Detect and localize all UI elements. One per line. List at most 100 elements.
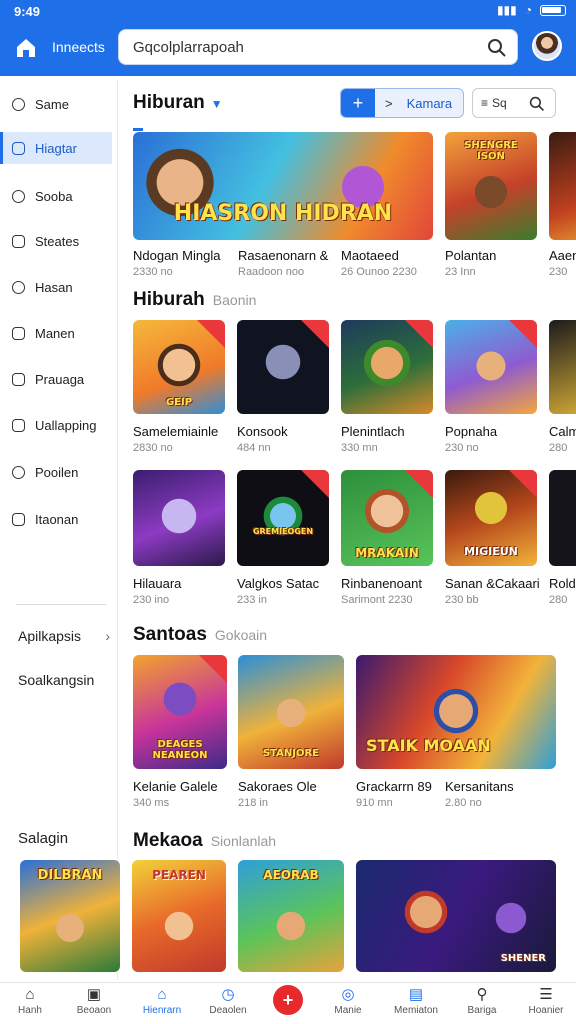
- game-card[interactable]: GREMIEOGEN Valgkos Satac 233 in: [237, 470, 329, 610]
- sidebar-item-same[interactable]: Same: [0, 88, 112, 120]
- nav-label: Manie: [334, 1005, 362, 1016]
- section-subtitle: Baonin: [212, 292, 257, 308]
- section-title-hiburah[interactable]: Hiburah Baonin: [133, 289, 256, 311]
- game-thumbnail: AEORAB: [238, 860, 344, 972]
- game-art-text: MRAKAIN: [355, 546, 419, 560]
- sidebar-item-pooilen[interactable]: Pooilen: [0, 456, 112, 488]
- game-card[interactable]: Plenintlach 330 mn: [341, 320, 433, 460]
- game-thumbnail: MRAKAIN: [341, 470, 433, 566]
- game-thumbnail: [341, 320, 433, 414]
- page-title[interactable]: Hiburan ▼: [133, 92, 223, 114]
- game-card[interactable]: Popnaha 230 no: [445, 320, 537, 460]
- sidebar-item-sooba[interactable]: Sooba: [0, 180, 112, 212]
- game-card[interactable]: Hilauara 230 ino: [133, 470, 225, 610]
- sidebar-item-hiagtar[interactable]: Hiagtar: [0, 132, 112, 164]
- game-title: Kersanitans: [445, 779, 514, 794]
- game-thumbnail: GEIP: [133, 320, 225, 414]
- section-title-santoas[interactable]: Santoas Gokoain: [133, 624, 267, 646]
- add-kamara-button[interactable]: + > Kamara: [340, 88, 464, 118]
- section-title-text: Santoas: [133, 624, 207, 645]
- game-meta: 230 no: [445, 442, 479, 454]
- home-icon: ⌂: [25, 986, 35, 1003]
- game-card[interactable]: Rold 280: [549, 470, 576, 610]
- home-icon[interactable]: [14, 36, 38, 60]
- game-title: Polantan: [445, 248, 497, 263]
- sidebar-item-label: Uallapping: [35, 417, 97, 433]
- nav-bariga[interactable]: ⚲ Bariga: [454, 985, 510, 1016]
- search-input[interactable]: Gqcolplarrapoah: [118, 29, 518, 65]
- sidebar-item-uallapping[interactable]: Uallapping: [0, 409, 112, 441]
- wifi-icon: ◔: [524, 3, 532, 17]
- game-title: Rasaenonarn &: [238, 248, 329, 263]
- nav-hienrarn[interactable]: ⌂ Hienrarn: [134, 985, 190, 1016]
- add-fab-button[interactable]: +: [273, 985, 303, 1015]
- search-icon[interactable]: [487, 38, 507, 58]
- user-icon: [12, 372, 25, 386]
- game-card[interactable]: Kersanitans 2.80 no: [445, 779, 555, 813]
- game-meta: 26 Ounoo 2230: [341, 266, 417, 278]
- game-meta: 23 Inn: [445, 266, 476, 278]
- game-card[interactable]: Aaen 230: [549, 132, 576, 282]
- game-card[interactable]: SHENGRE ISON Polantan 23 Inn: [445, 132, 537, 282]
- game-card[interactable]: Maotaeed 26 Ounoo 2230: [341, 248, 441, 282]
- game-card[interactable]: DILBRAN: [20, 860, 120, 972]
- game-art-text: SHENER: [500, 953, 546, 964]
- game-card[interactable]: AEORAB: [238, 860, 344, 972]
- nav-hanh[interactable]: ⌂ Hanh: [2, 985, 58, 1016]
- nav-label: Memiaton: [394, 1005, 438, 1016]
- nav-manie[interactable]: ◎ Manie: [320, 985, 376, 1016]
- search-icon[interactable]: [529, 96, 545, 112]
- check-square-icon: [12, 141, 25, 155]
- nav-label: Beoaon: [76, 1005, 112, 1016]
- filter-search-box[interactable]: ≡ Sq: [472, 88, 556, 118]
- game-card[interactable]: PEAREN: [132, 860, 226, 972]
- sidebar-section-apilkapsis[interactable]: Apilkapsis ›: [18, 628, 110, 644]
- game-title: Sanan &Cakaari: [445, 576, 540, 591]
- game-thumbnail: SHENGRE ISON: [445, 132, 537, 240]
- battery-icon: [540, 4, 566, 16]
- game-card[interactable]: Rasaenonarn & Raadoon noo: [238, 248, 338, 282]
- arrow-right-icon: >: [385, 95, 393, 111]
- game-thumbnail: [237, 320, 329, 414]
- sidebar-item-steates[interactable]: Steates: [0, 225, 112, 257]
- home-outline-icon: [12, 97, 25, 111]
- chevron-down-icon: ▼: [210, 97, 223, 111]
- section-title-mekaoa[interactable]: Mekaoa Sionlanlah: [133, 830, 276, 852]
- game-card[interactable]: SHENER: [356, 860, 556, 972]
- game-card[interactable]: MIGIEUN Sanan &Cakaari 230 bb: [445, 470, 540, 610]
- game-title: Kelanie Galele: [133, 779, 218, 794]
- game-meta: 230 ino: [133, 594, 170, 606]
- game-title: Sakoraes Ole: [238, 779, 317, 794]
- avatar[interactable]: [532, 31, 562, 61]
- game-card[interactable]: DEAGES NEANEON Kelanie Galele 340 ms: [133, 655, 227, 813]
- nav-hoanier[interactable]: ☰ Hoanier: [518, 985, 574, 1016]
- list-icon: ≡: [481, 96, 489, 110]
- game-art-text: STANJORE: [262, 748, 320, 759]
- nav-memiaton[interactable]: ▤ Memiaton: [388, 985, 444, 1016]
- sidebar-item-itaonan[interactable]: Itaonan: [0, 503, 112, 535]
- game-title: Maotaeed: [341, 248, 399, 263]
- nav-beoaon[interactable]: ▣ Beoaon: [66, 985, 122, 1016]
- game-card[interactable]: STANJORE Sakoraes Ole 218 in: [238, 655, 344, 813]
- section-indicator: [133, 128, 143, 131]
- nav-label: Deaolen: [209, 1005, 247, 1016]
- plus-icon: +: [282, 990, 294, 1010]
- sidebar-item-manen[interactable]: Manen: [0, 317, 112, 349]
- sidebar-item-label: Same: [35, 96, 69, 112]
- sidebar-item-prauaga[interactable]: Prauaga: [0, 363, 112, 395]
- game-card[interactable]: Konsook 484 nn: [237, 320, 329, 460]
- sidebar-item-hasan[interactable]: Hasan: [0, 271, 112, 303]
- top-app-bar: 9:49 ▮▮▮ ◔ Inneects Gqcolplarrapoah: [0, 0, 576, 76]
- game-card[interactable]: GEIP Samelemiainle 2830 no: [133, 320, 225, 460]
- sidebar-section-soalkangsin[interactable]: Soalkangsin: [18, 672, 94, 688]
- app-title[interactable]: Inneects: [52, 39, 105, 55]
- game-card[interactable]: Calm 280: [549, 320, 576, 460]
- game-title: Hilauara: [133, 576, 182, 591]
- game-card[interactable]: MRAKAIN Rinbanenoant Sarimont 2230: [341, 470, 433, 610]
- nav-deaolen[interactable]: ◷ Deaolen: [200, 985, 256, 1016]
- game-title: Valgkos Satac: [237, 576, 320, 591]
- sidebar-item-label: Hasan: [35, 279, 73, 295]
- sidebar-section-salagin[interactable]: Salagin: [18, 830, 68, 847]
- nav-label: Bariga: [467, 1005, 497, 1016]
- game-title: Calm: [549, 424, 576, 439]
